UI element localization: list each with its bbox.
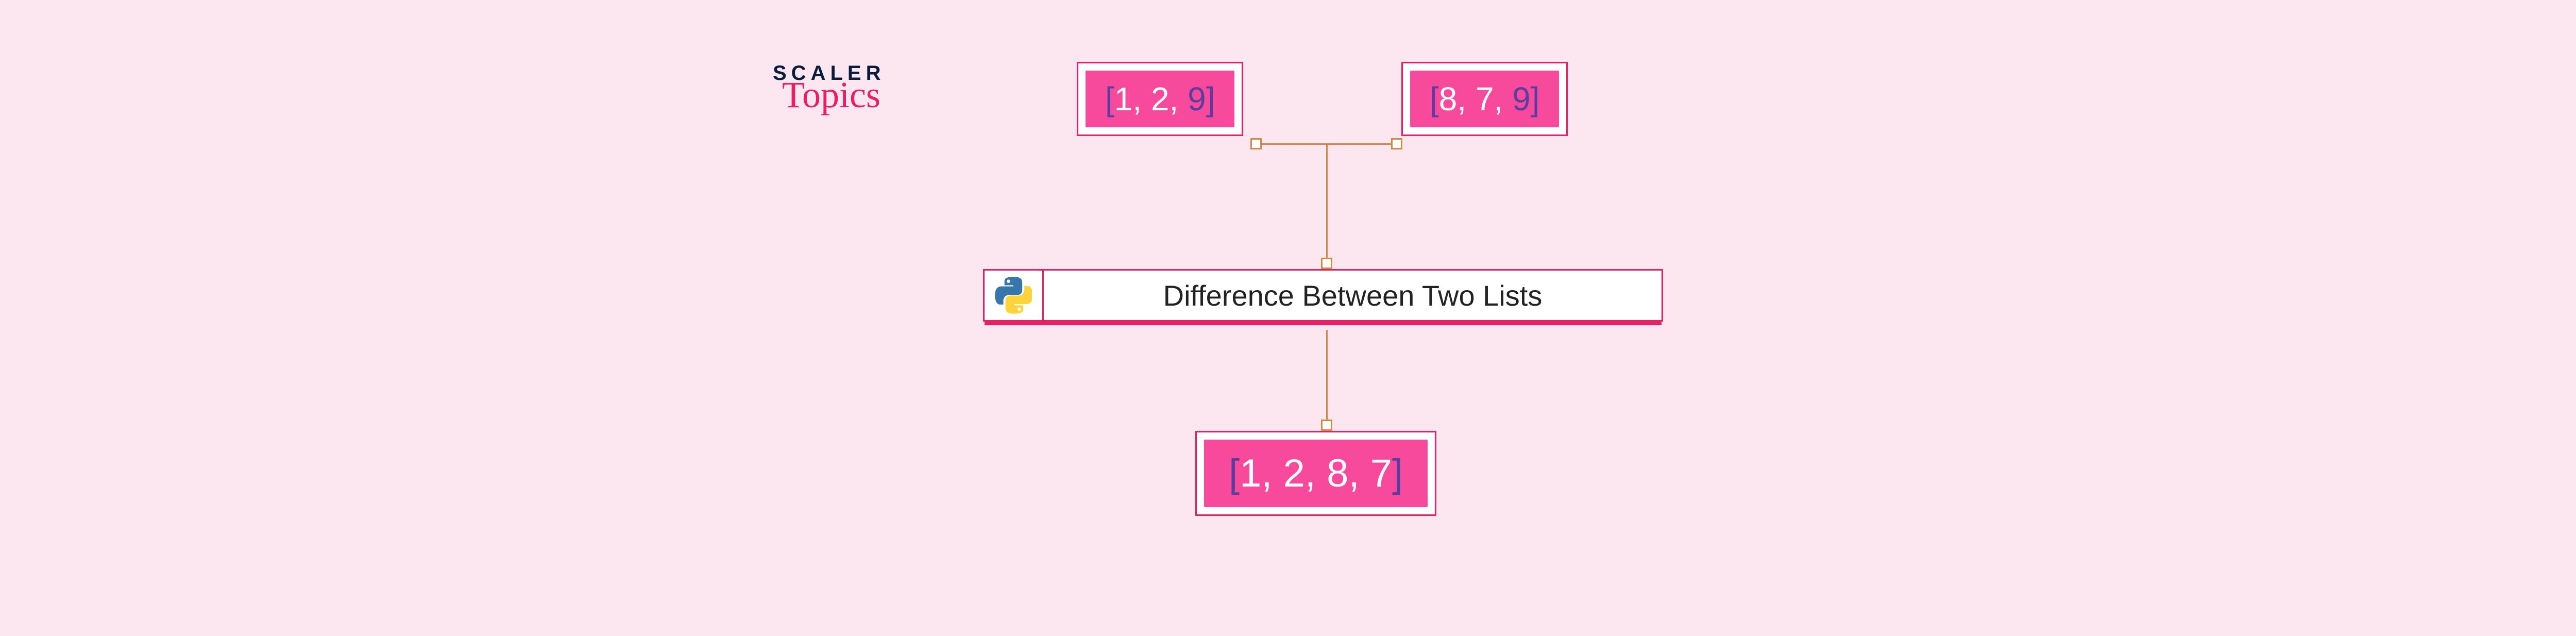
connector-node [1250, 138, 1262, 149]
diagram-canvas: SCALER Topics [1, 2, 9] [8, 7, 9] [0, 0, 2576, 636]
operation-box: Difference Between Two Lists [983, 269, 1663, 322]
connector-line [1326, 330, 1328, 423]
logo-text-topics: Topics [782, 74, 880, 116]
output-list-content: [1, 2, 8, 7] [1204, 440, 1428, 507]
python-icon [985, 271, 1044, 320]
connector-node [1321, 258, 1332, 269]
output-list-box: [1, 2, 8, 7] [1195, 431, 1436, 516]
connector-node [1321, 420, 1332, 431]
input-list-a-content: [1, 2, 9] [1086, 71, 1234, 127]
connector-node [1391, 138, 1402, 149]
input-list-b-content: [8, 7, 9] [1410, 71, 1559, 127]
operation-label: Difference Between Two Lists [1044, 271, 1662, 320]
input-list-b-box: [8, 7, 9] [1401, 62, 1568, 136]
operation-underline [985, 320, 1662, 325]
brand-logo: SCALER Topics [773, 62, 885, 116]
connector-line [1326, 145, 1328, 261]
input-list-a-box: [1, 2, 9] [1077, 62, 1243, 136]
